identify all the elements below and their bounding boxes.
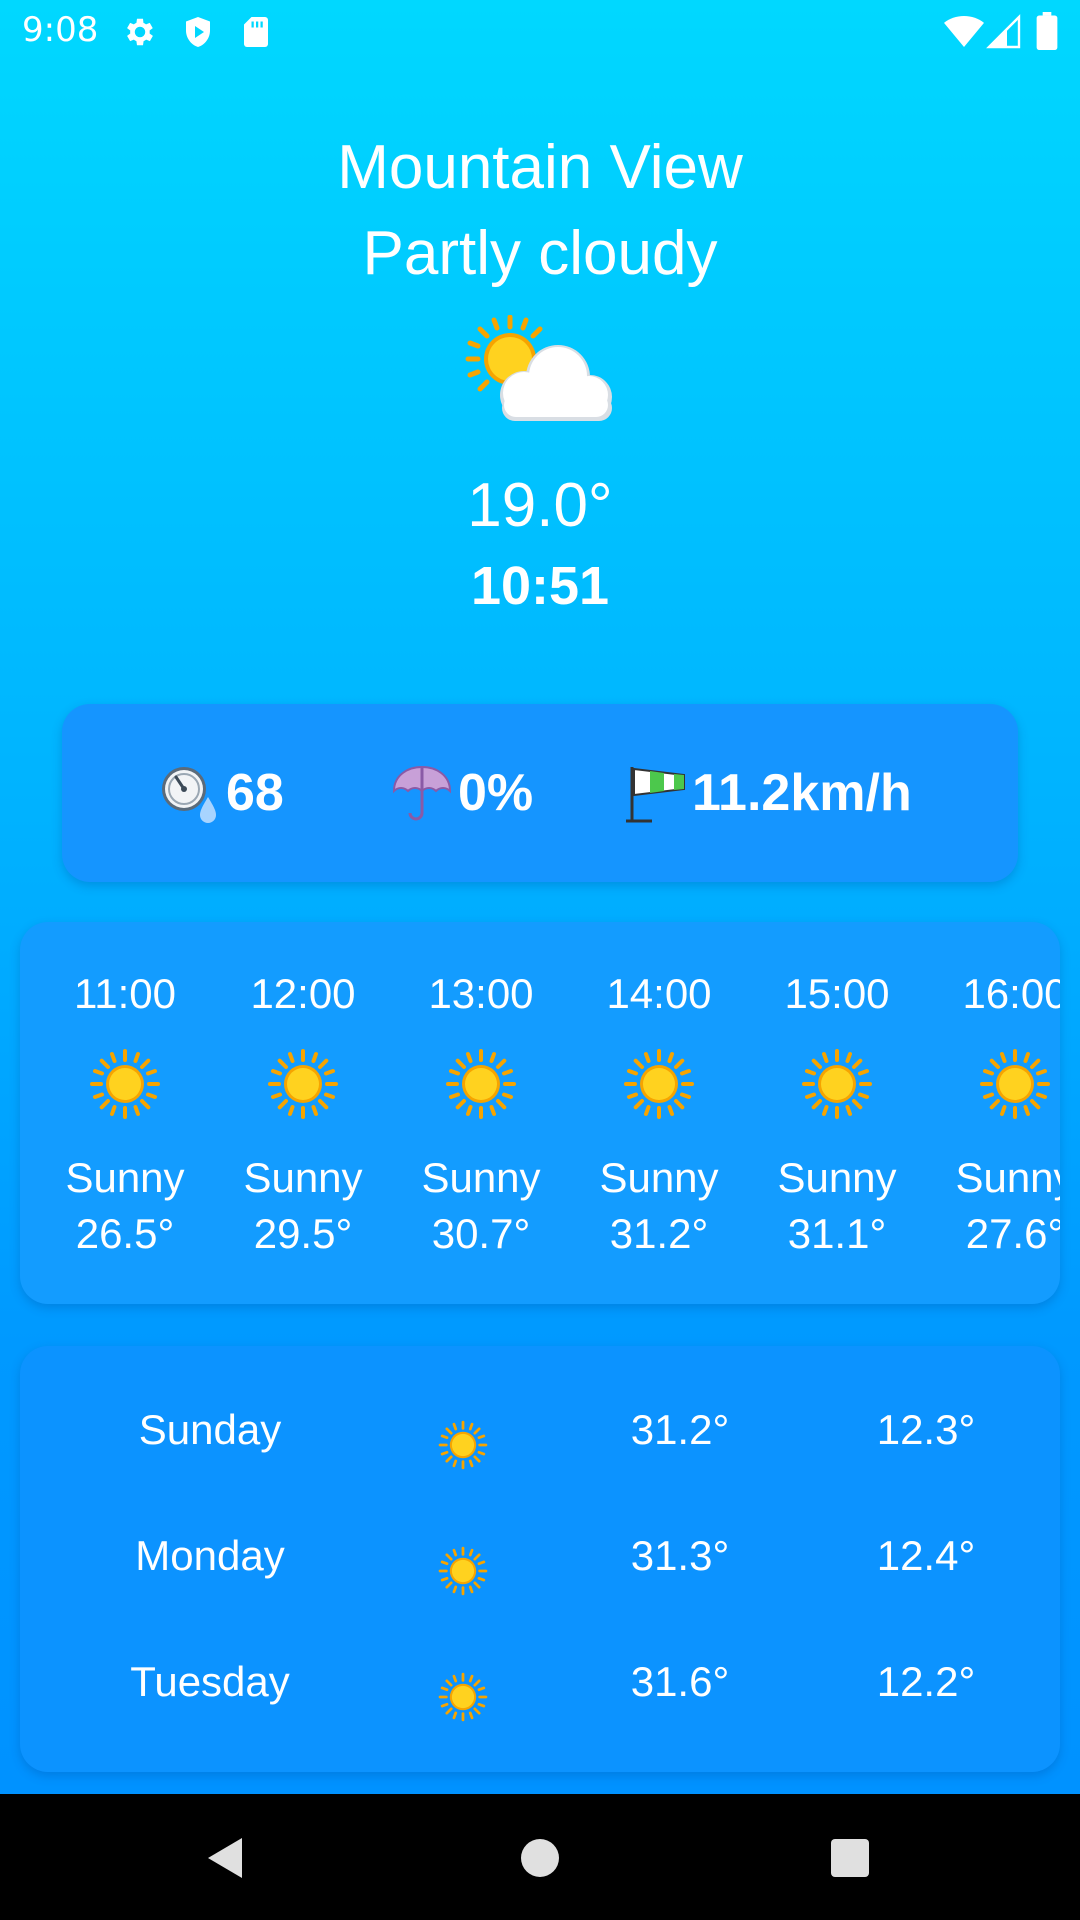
day-name: Monday xyxy=(135,1532,285,1579)
day-name: Tuesday xyxy=(130,1658,290,1705)
precipitation-stat: 0% xyxy=(390,704,533,882)
day-high-temp: 31.2° xyxy=(630,1406,730,1453)
sun-icon xyxy=(438,1420,488,1470)
daily-row: Tuesday 31.6° 12.2° xyxy=(20,1638,1060,1728)
wifi-icon xyxy=(944,16,984,47)
day-high-temp: 31.3° xyxy=(630,1532,730,1579)
city-name: Mountain View xyxy=(337,133,743,202)
status-time: 9:08 xyxy=(22,10,99,50)
home-icon[interactable] xyxy=(512,1830,568,1886)
navigation-bar xyxy=(0,1794,1080,1920)
status-bar: 9:08 xyxy=(0,0,1080,64)
day-low-temp: 12.4° xyxy=(876,1532,976,1579)
sun-icon xyxy=(979,1048,1051,1120)
sd-card-icon xyxy=(244,17,268,47)
shield-icon xyxy=(186,17,210,47)
umbrella-icon xyxy=(392,765,452,821)
hour-temperature: 29.5° xyxy=(253,1210,353,1257)
hour-temperature: 26.5° xyxy=(75,1210,175,1257)
sun-icon xyxy=(438,1672,488,1722)
hourly-forecast[interactable]: 11:00 Sunny 26.5° 12:00 Sunny 29.5° 13:0… xyxy=(20,922,1060,1304)
sun-icon xyxy=(438,1546,488,1596)
gear-icon xyxy=(127,18,153,46)
hour-time: 13:00 xyxy=(428,970,534,1017)
day-high-temp: 31.6° xyxy=(630,1658,730,1705)
current-condition: Partly cloudy xyxy=(362,219,718,288)
hour-time: 16:00 xyxy=(962,970,1060,1017)
sun-icon xyxy=(623,1048,695,1120)
hour-condition: Sunny xyxy=(243,1154,363,1201)
hour-time: 12:00 xyxy=(250,970,356,1017)
daily-row: Sunday 31.2° 12.3° xyxy=(20,1386,1060,1476)
recents-icon[interactable] xyxy=(822,1830,878,1886)
sun-icon xyxy=(445,1048,517,1120)
precipitation-value: 0% xyxy=(458,764,534,822)
back-icon[interactable] xyxy=(198,1830,254,1886)
day-low-temp: 12.3° xyxy=(876,1406,976,1453)
current-temperature: 19.0° xyxy=(467,471,613,540)
hour-condition: Sunny xyxy=(65,1154,185,1201)
windsock-icon xyxy=(626,767,685,823)
current-time: 10:51 xyxy=(470,556,610,616)
hour-time: 11:00 xyxy=(74,970,176,1017)
wind-value: 11.2km/h xyxy=(692,764,912,822)
sun-icon xyxy=(801,1048,873,1120)
day-low-temp: 12.2° xyxy=(876,1658,976,1705)
humidity-gauge-icon xyxy=(162,767,216,823)
day-name: Sunday xyxy=(138,1406,282,1453)
conditions-card: 68 0% 11.2km/h xyxy=(62,704,1018,882)
hour-temperature: 31.2° xyxy=(609,1210,709,1257)
sun-icon xyxy=(89,1048,161,1120)
signal-icon xyxy=(986,14,1021,49)
wind-stat: 11.2km/h xyxy=(624,704,912,882)
sun-icon xyxy=(267,1048,339,1120)
humidity-stat: 68 xyxy=(158,704,284,882)
hour-condition: Sunny xyxy=(777,1154,897,1201)
hour-temperature: 30.7° xyxy=(431,1210,531,1257)
hour-time: 15:00 xyxy=(784,970,890,1017)
hour-condition: Sunny xyxy=(955,1154,1060,1201)
partly-cloudy-icon xyxy=(465,315,612,421)
hour-condition: Sunny xyxy=(599,1154,719,1201)
hour-time: 14:00 xyxy=(606,970,712,1017)
hour-temperature: 27.6° xyxy=(965,1210,1060,1257)
hour-temperature: 31.1° xyxy=(787,1210,887,1257)
battery-icon xyxy=(1036,12,1058,50)
humidity-value: 68 xyxy=(226,764,284,822)
daily-row: Monday 31.3° 12.4° xyxy=(20,1512,1060,1602)
hour-condition: Sunny xyxy=(421,1154,541,1201)
daily-forecast: Sunday 31.2° 12.3° Monday 31.3° 12.4° Tu… xyxy=(20,1346,1060,1772)
